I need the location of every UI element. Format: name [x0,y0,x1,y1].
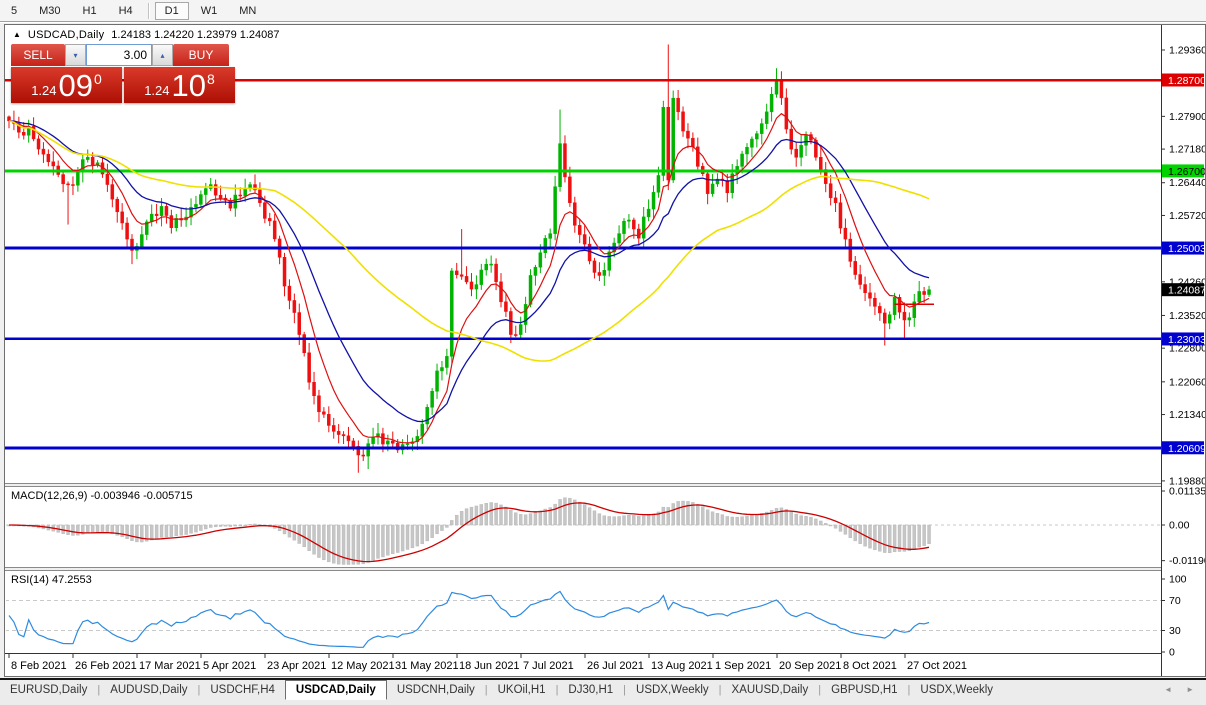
macd-axis-label: 0.00 [1169,520,1190,532]
price-axis-tick-label: 1.21340 [1169,409,1205,421]
svg-text:1.26700: 1.26700 [1168,166,1205,178]
rsi-axis-label: 70 [1169,595,1181,607]
svg-text:1.24087: 1.24087 [1168,285,1205,297]
time-axis-label: 5 Apr 2021 [203,660,256,672]
chart-tab-dj30-h1[interactable]: DJ30,H1 [558,680,623,699]
spinner-down-icon: ▾ [73,51,77,60]
chart-tab-usdx-weekly[interactable]: USDX,Weekly [626,680,719,699]
collapse-chart-icon[interactable]: ▲ [13,31,21,39]
sell-button[interactable]: SELL [11,44,65,66]
volume-decrease-button[interactable]: ▾ [65,44,86,66]
time-axis-label: 12 May 2021 [331,660,395,672]
tab-next-icon[interactable]: ► [1186,685,1194,694]
timeframe-button-w1[interactable]: W1 [191,2,228,20]
level-price-badge-1.28700: 1.28700 [1162,74,1205,88]
buy-button[interactable]: BUY [173,44,229,66]
one-click-trade-widget: SELL ▾ ▴ BUY 1.24090 1.24108 [11,44,235,103]
svg-text:1.28700: 1.28700 [1168,75,1205,87]
chart-window-usdcad-daily: 1.29360 1.27900 1.27180 1.26440 1.25720 1.24 2… [4,24,1206,677]
time-axis-label: 27 Oct 2021 [907,660,967,672]
time-axis-label: 31 May 2021 [395,660,459,672]
spinner-up-icon: ▴ [160,51,164,60]
time-axis-label: 8 Oct 2021 [843,660,897,672]
timeframe-button-h1[interactable]: H1 [73,2,107,20]
time-axis-label: 17 Mar 2021 [139,660,201,672]
svg-text:1.23003: 1.23003 [1168,334,1205,346]
level-price-badge-1.20609: 1.20609 [1162,441,1205,455]
timeframe-button-5[interactable]: 5 [1,2,27,20]
rsi-axis-label: 100 [1169,574,1187,586]
price-axis-tick-label: 1.29360 [1169,45,1205,57]
price-axis-tick-label: 1.25720 [1169,210,1205,222]
price-axis-tick-label: 1.22060 [1169,376,1205,388]
chart-tab-usdchf-h4[interactable]: USDCHF,H4 [200,680,285,699]
timeframe-button-mn[interactable]: MN [229,2,266,20]
chart-tab-usdcad-daily[interactable]: USDCAD,Daily [285,680,387,700]
price-chart-canvas: 1.29360 1.27900 1.27180 1.26440 1.25720 1.24 2… [5,25,1205,676]
chart-tab-eurusd-daily[interactable]: EURUSD,Daily [0,680,97,699]
rsi-indicator-label: RSI(14) 47.2553 [11,574,92,586]
chart-symbol-title: USDCAD,Daily [28,29,104,41]
buy-price-sup: 8 [207,71,215,87]
timeframe-toolbar: 5M30H1H4 D1W1MN [0,0,1206,22]
buy-price-big: 10 [172,72,206,101]
chart-tab-usdx-weekly[interactable]: USDX,Weekly [910,680,1003,699]
sell-price-button[interactable]: 1.24090 [11,67,122,103]
tab-prev-icon[interactable]: ◄ [1164,685,1172,694]
sell-price-sup: 0 [94,71,102,87]
chart-tab-usdcnh-daily[interactable]: USDCNH,Daily [387,680,485,699]
trading-platform-workspace: 5M30H1H4 D1W1MN 1.29360 1.27900 1.27180 1.26… [0,0,1206,705]
timeframe-button-m30[interactable]: M30 [29,2,70,20]
price-axis-tick-label: 1.27900 [1169,111,1205,123]
tab-scroll-arrows: ◄► [1164,680,1206,694]
time-axis-label: 26 Jul 2021 [587,660,644,672]
price-axis-tick-label: 1.26440 [1169,177,1205,189]
time-axis-label: 13 Aug 2021 [651,660,713,672]
time-axis-label: 26 Feb 2021 [75,660,137,672]
chart-header: ▲ USDCAD,Daily 1.24183 1.24220 1.23979 1… [13,29,280,41]
sell-price-prefix: 1.24 [31,83,56,98]
chart-tab-audusd-daily[interactable]: AUDUSD,Daily [100,680,197,699]
level-price-badge-1.25003: 1.25003 [1162,242,1205,256]
chart-tab-ukoil-h1[interactable]: UKOil,H1 [488,680,556,699]
volume-input[interactable] [86,44,152,66]
buy-price-button[interactable]: 1.24108 [124,67,235,103]
timeframe-button-h4[interactable]: H4 [109,2,143,20]
macd-axis-label: -0.01190 [1169,555,1205,567]
sell-price-big: 09 [59,72,93,101]
timeframe-button-d1[interactable]: D1 [155,2,189,20]
volume-increase-button[interactable]: ▴ [152,44,173,66]
price-axis-tick-label: 1.23520 [1169,310,1205,322]
time-axis-label: 7 Jul 2021 [523,660,574,672]
time-axis-label: 20 Sep 2021 [779,660,841,672]
current-price-badge: 1.24087 [1162,283,1205,297]
time-axis-label: 18 Jun 2021 [459,660,520,672]
level-price-badge-1.23003: 1.23003 [1162,332,1205,346]
level-price-badge-1.26700: 1.26700 [1162,164,1205,178]
buy-price-prefix: 1.24 [144,83,169,98]
price-axis-tick-label: 1.27180 [1169,144,1205,156]
chart-tab-xauusd-daily[interactable]: XAUUSD,Daily [722,680,819,699]
rsi-axis-label: 30 [1169,625,1181,637]
toolbar-separator [148,3,150,19]
rsi-axis-label: 0 [1169,647,1175,659]
chart-ohlc-values: 1.24183 1.24220 1.23979 1.24087 [111,29,279,41]
time-axis-label: 23 Apr 2021 [267,660,326,672]
macd-indicator-label: MACD(12,26,9) -0.003946 -0.005715 [11,490,193,502]
svg-text:1.25003: 1.25003 [1168,243,1205,255]
macd-axis-label: 0.01135 [1169,486,1205,498]
chart-tab-gbpusd-h1[interactable]: GBPUSD,H1 [821,680,907,699]
time-axis-label: 8 Feb 2021 [11,660,67,672]
chart-tab-bar: EURUSD,Daily|AUDUSD,Daily|USDCHF,H4USDCA… [0,678,1206,705]
time-axis-label: 1 Sep 2021 [715,660,771,672]
svg-text:1.20609: 1.20609 [1168,443,1205,455]
